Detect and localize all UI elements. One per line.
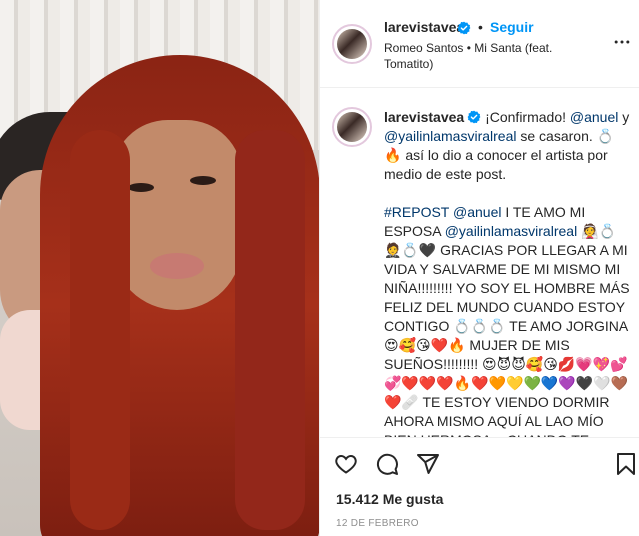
heart-icon[interactable] xyxy=(334,452,358,476)
author-avatar[interactable] xyxy=(332,24,372,64)
author-username[interactable]: larevistavea xyxy=(384,19,464,35)
send-icon[interactable] xyxy=(416,452,440,476)
mention-link[interactable]: @anuel xyxy=(570,109,618,125)
verified-badge-icon xyxy=(467,110,481,124)
post-date[interactable]: 12 DE FEBRERO xyxy=(336,518,419,529)
follow-button[interactable]: Seguir xyxy=(490,19,534,35)
separator-dot: • xyxy=(478,19,483,35)
woman-lips xyxy=(150,253,204,279)
mention-link[interactable]: @yailinlamasviralreal xyxy=(445,223,577,239)
likes-count[interactable]: 15.412 Me gusta xyxy=(336,491,443,507)
caption-author-avatar[interactable] xyxy=(332,107,372,147)
post-caption: larevistavea ¡Confirmado! @anuel y @yail… xyxy=(320,89,639,437)
caption-body-text: 👰💍🤵💍🖤 GRACIAS POR LLEGAR A MI VIDA Y SAL… xyxy=(384,223,630,437)
post-media-video[interactable] xyxy=(0,0,319,536)
post-actions-bar xyxy=(320,437,639,489)
comment-icon[interactable] xyxy=(375,452,399,476)
caption-intro-text: y xyxy=(618,109,630,125)
woman-face xyxy=(112,120,242,310)
mention-link[interactable]: @anuel xyxy=(453,204,501,220)
woman-hair-right-strand xyxy=(235,130,305,530)
woman-left-eye xyxy=(128,183,154,192)
caption-intro-text: ¡Confirmado! xyxy=(485,109,570,125)
mention-link[interactable]: @yailinlamasviralreal xyxy=(384,128,516,144)
post-header: larevistavea • Seguir Romeo Santos • Mi … xyxy=(320,0,639,88)
caption-text: larevistavea ¡Confirmado! @anuel y @yail… xyxy=(384,108,630,437)
hashtag-link[interactable]: #REPOST xyxy=(384,204,449,220)
caption-username[interactable]: larevistavea xyxy=(384,109,464,125)
woman-hair-left-strand xyxy=(70,130,130,530)
bookmark-icon[interactable] xyxy=(614,452,638,476)
more-options-icon[interactable] xyxy=(612,32,632,52)
audio-track-link[interactable]: Romeo Santos • Mi Santa (feat. Tomatito) xyxy=(384,40,604,72)
woman-right-eye xyxy=(190,176,216,185)
post-side-panel: larevistavea • Seguir Romeo Santos • Mi … xyxy=(319,0,639,536)
verified-badge-icon xyxy=(457,21,471,35)
